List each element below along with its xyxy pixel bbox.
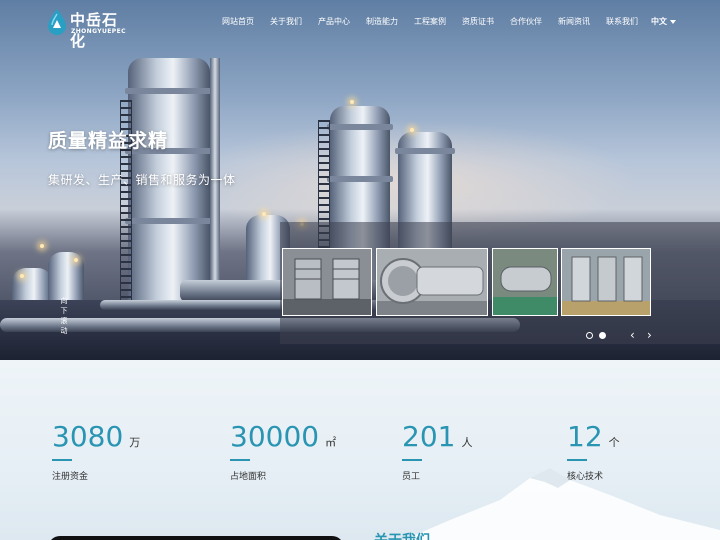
slide-dot-1[interactable] — [586, 332, 593, 339]
nav-item-about[interactable]: 关于我们 — [270, 16, 302, 27]
nav-item-home[interactable]: 网站首页 — [222, 16, 254, 27]
nav-item-certificates[interactable]: 资质证书 — [462, 16, 494, 27]
about-media-box[interactable] — [48, 536, 344, 540]
stat-label: 核心技术 — [567, 472, 604, 482]
stat-unit: 个 — [608, 436, 620, 449]
scroll-hint-char: 向 — [60, 297, 68, 305]
nav-item-products[interactable]: 产品中心 — [318, 16, 350, 27]
slide-thumbnail[interactable] — [282, 248, 372, 316]
nav-item-cases[interactable]: 工程案例 — [414, 16, 446, 27]
slide-thumbnail[interactable] — [376, 248, 488, 316]
slide-thumbnail[interactable] — [561, 248, 651, 316]
droplet-logo-icon — [48, 9, 66, 35]
stat-underline — [567, 459, 587, 461]
stats-section: 3080 万 注册资金 30000 ㎡ 占地面积 201 人 员工 12 个 核心技术 … — [0, 360, 720, 540]
hero-title: 质量精益求精 — [48, 130, 169, 152]
stat-underline — [52, 459, 72, 461]
stat-value: 12 — [567, 420, 603, 453]
slide-dot-2[interactable] — [599, 332, 606, 339]
scroll-hint-char: 动 — [60, 327, 68, 335]
nav-item-partners[interactable]: 合作伙伴 — [510, 16, 542, 27]
stat-core-technologies: 12 个 核心技术 — [567, 420, 620, 482]
stat-label: 员工 — [402, 472, 421, 482]
slide-thumbnail[interactable] — [492, 248, 558, 316]
stat-registered-capital: 3080 万 注册资金 — [52, 420, 140, 482]
stat-unit: ㎡ — [325, 436, 337, 449]
equipment-image — [493, 249, 557, 315]
stat-unit: 万 — [129, 436, 141, 449]
nav-item-news[interactable]: 新闻资讯 — [558, 16, 590, 27]
chevron-down-icon — [670, 19, 676, 24]
about-section-title: 关于我们 — [374, 530, 430, 540]
stat-value: 3080 — [52, 420, 124, 453]
nav-item-manufacturing[interactable]: 制造能力 — [366, 16, 398, 27]
site-header: 中岳石化 ZHONGYUEPEC 网站首页 关于我们 产品中心 制造能力 工程案… — [0, 0, 720, 50]
stat-unit: 人 — [461, 436, 473, 449]
stat-employees: 201 人 员工 — [402, 420, 472, 482]
brand-logo[interactable]: 中岳石化 ZHONGYUEPEC — [46, 8, 130, 50]
equipment-image — [562, 249, 650, 315]
stat-value: 30000 — [230, 420, 320, 453]
hero-banner: 中岳石化 ZHONGYUEPEC 网站首页 关于我们 产品中心 制造能力 工程案… — [0, 0, 720, 360]
nav-item-contact[interactable]: 联系我们 — [606, 16, 638, 27]
stat-label: 注册资金 — [52, 472, 89, 482]
main-nav: 网站首页 关于我们 产品中心 制造能力 工程案例 资质证书 合作伙伴 新闻资讯 … — [222, 16, 654, 27]
stat-underline — [402, 459, 422, 461]
hero-subtitle: 集研发、生产、销售和服务为一体 — [48, 173, 236, 187]
equipment-image — [377, 249, 487, 315]
stat-value: 201 — [402, 420, 456, 453]
scroll-hint-char: 下 — [60, 307, 68, 315]
chevron-left-icon[interactable]: ‹ — [630, 329, 635, 341]
equipment-image — [283, 249, 371, 315]
language-selector[interactable]: 中文 — [651, 16, 676, 27]
chevron-right-icon[interactable]: › — [647, 329, 652, 341]
stat-floor-area: 30000 ㎡ 占地面积 — [230, 420, 336, 482]
brand-name-en: ZHONGYUEPEC — [71, 28, 126, 35]
stat-underline — [230, 459, 250, 461]
stat-label: 占地面积 — [230, 472, 267, 482]
scroll-hint-char: 滚 — [60, 317, 68, 325]
language-label: 中文 — [651, 17, 667, 26]
scroll-down-hint[interactable]: 向 下 滚 动 — [57, 296, 71, 336]
